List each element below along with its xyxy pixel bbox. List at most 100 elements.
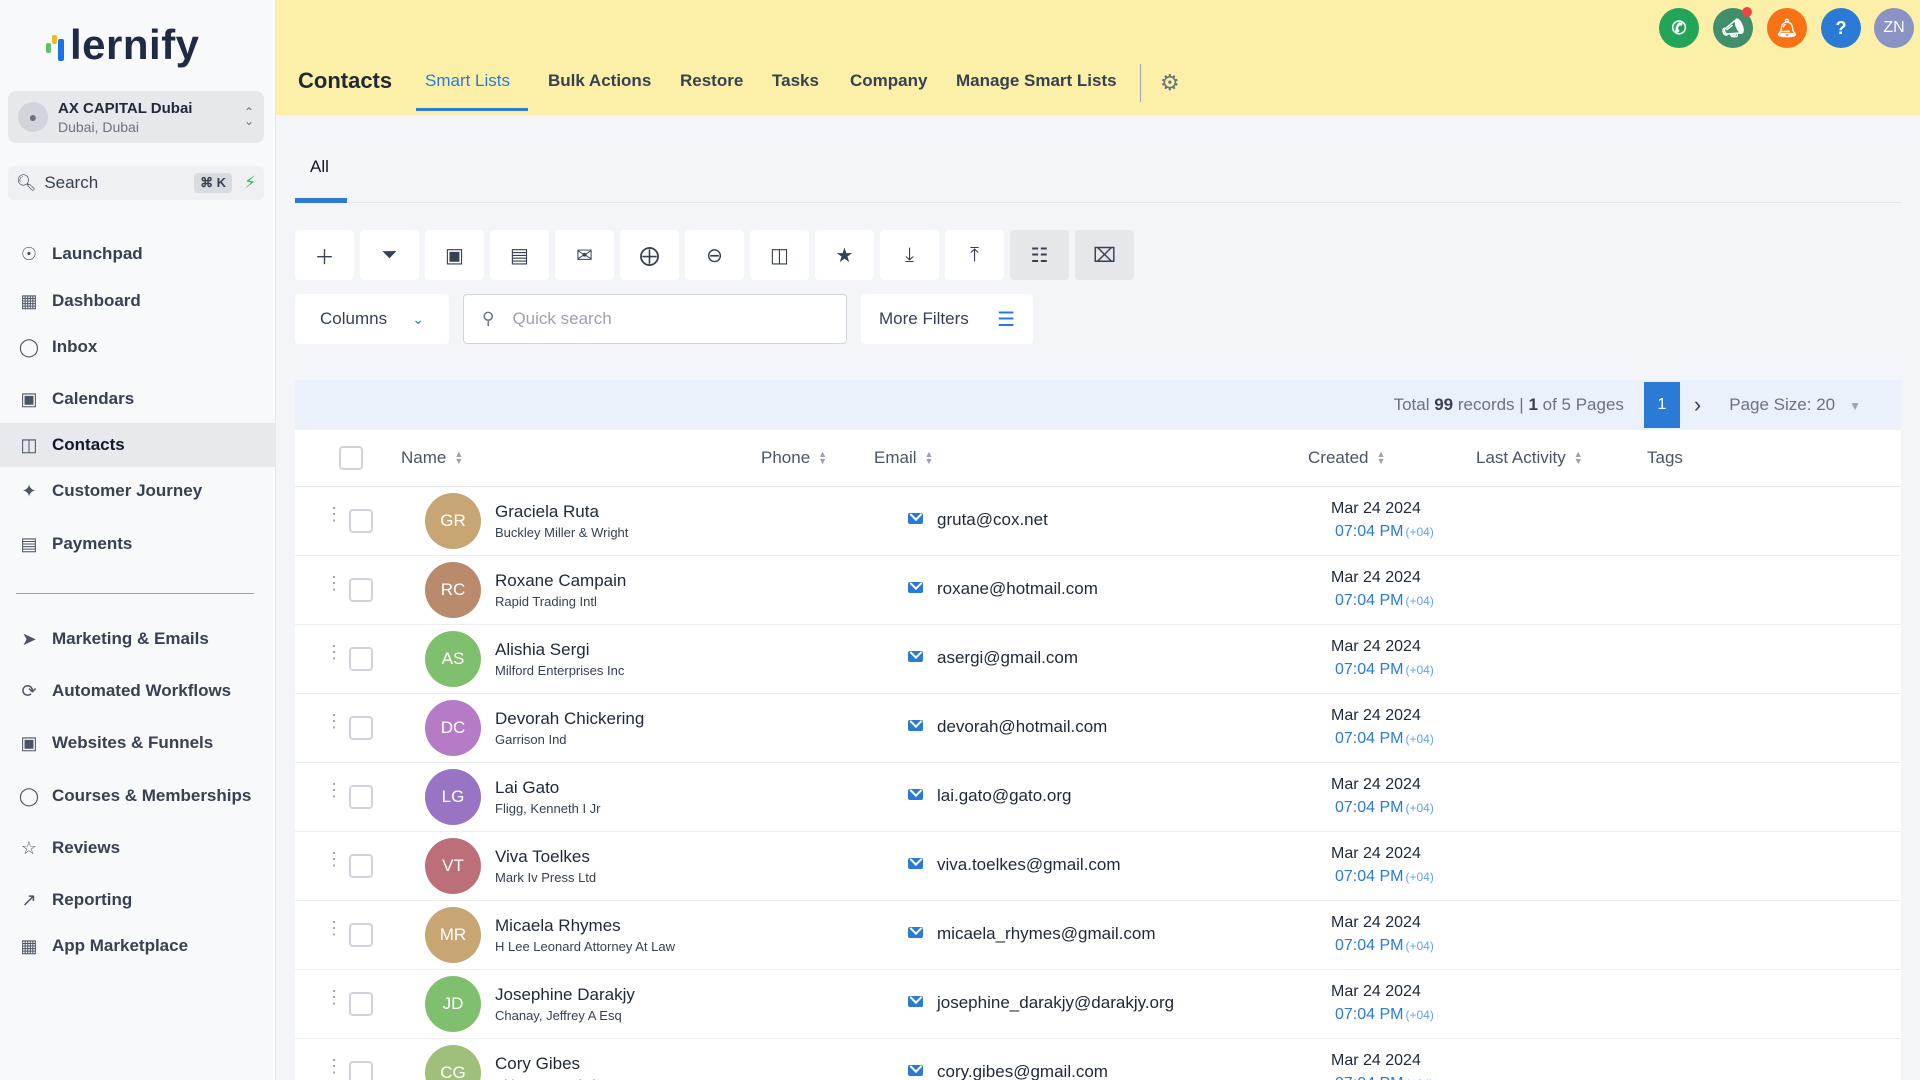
kebab-menu-icon[interactable]: ⋮ [325, 919, 343, 937]
sidebar-item-dashboard[interactable]: ▦ Dashboard [0, 279, 276, 323]
kebab-menu-icon[interactable]: ⋮ [325, 1057, 343, 1075]
message-icon[interactable]: ▤ [490, 230, 549, 280]
row-checkbox[interactable] [349, 923, 373, 947]
contact-avatar[interactable]: MR [425, 907, 481, 963]
column-last-activity[interactable]: Last Activity ▲ ▼ [1476, 448, 1583, 468]
column-email[interactable]: Email ▲ ▼ [874, 448, 933, 468]
contact-email[interactable]: micaela_rhymes@gmail.com [937, 924, 1156, 944]
kebab-menu-icon[interactable]: ⋮ [325, 781, 343, 799]
chevron-right-icon[interactable]: › [1694, 392, 1701, 418]
sidebar-item-customer-journey[interactable]: ✦ Customer Journey [0, 469, 276, 513]
merge-icon[interactable]: ☷ [1010, 230, 1069, 280]
bolt-icon[interactable]: ⚡︎ [244, 173, 256, 193]
column-created[interactable]: Created ▲ ▼ [1308, 448, 1385, 468]
contact-avatar[interactable]: LG [425, 769, 481, 825]
table-row[interactable]: ⋮ JD Josephine Darakjy Chanay, Jeffrey A… [295, 970, 1901, 1039]
row-checkbox[interactable] [349, 509, 373, 533]
bell-icon[interactable]: 🔔︎ [1767, 8, 1807, 48]
kebab-menu-icon[interactable]: ⋮ [325, 643, 343, 661]
sidebar-item-inbox[interactable]: ◯ Inbox [0, 325, 276, 369]
contact-avatar[interactable]: CG [425, 1045, 481, 1080]
phone-icon[interactable]: ✆ [1659, 8, 1699, 48]
robot-icon[interactable]: ▣ [425, 230, 484, 280]
sidebar-item-courses-memberships[interactable]: ◯ Courses & Memberships [0, 774, 276, 818]
kebab-menu-icon[interactable]: ⋮ [325, 712, 343, 730]
add-icon[interactable]: ＋ [295, 230, 354, 280]
megaphone-icon[interactable]: 📣︎ [1713, 7, 1753, 48]
account-switcher[interactable]: ● AX CAPITAL Dubai Dubai, Dubai ⌃ ⌄ [8, 91, 264, 143]
row-checkbox[interactable] [349, 578, 373, 602]
mail-icon[interactable]: ✉︎ [555, 230, 614, 280]
sidebar-item-marketing-emails[interactable]: ➤ Marketing & Emails [0, 617, 276, 661]
contact-name[interactable]: Josephine Darakjy [495, 985, 635, 1005]
filter-icon[interactable]: ⏷︎ [360, 230, 419, 280]
tab-company[interactable]: Company [850, 71, 927, 91]
sidebar-item-payments[interactable]: ▤ Payments [0, 522, 276, 566]
sidebar-search[interactable]: 🔍︎ Search ⌘ K ⚡︎ [8, 166, 264, 200]
contact-avatar[interactable]: JD [425, 976, 481, 1032]
sidebar-item-websites-funnels[interactable]: ▣ Websites & Funnels [0, 721, 276, 765]
contact-name[interactable]: Alishia Sergi [495, 640, 590, 660]
contact-avatar[interactable]: GR [425, 493, 481, 549]
user-avatar[interactable]: ZN [1874, 8, 1914, 48]
row-checkbox[interactable] [349, 647, 373, 671]
tab-manage-smart-lists[interactable]: Manage Smart Lists [956, 71, 1117, 91]
kebab-menu-icon[interactable]: ⋮ [325, 574, 343, 592]
table-row[interactable]: ⋮ CG Cory Gibes Chinese Translation Reso… [295, 1039, 1901, 1080]
sidebar-item-reviews[interactable]: ☆ Reviews [0, 826, 276, 870]
contact-email[interactable]: roxane@hotmail.com [937, 579, 1098, 599]
row-checkbox[interactable] [349, 785, 373, 809]
contact-name[interactable]: Micaela Rhymes [495, 916, 621, 936]
contact-email[interactable]: josephine_darakjy@darakjy.org [937, 993, 1174, 1013]
tab-bulk-actions[interactable]: Bulk Actions [548, 71, 651, 91]
tab-restore[interactable]: Restore [680, 71, 743, 91]
tab-tasks[interactable]: Tasks [772, 71, 819, 91]
sidebar-item-app-marketplace[interactable]: ▦ App Marketplace [0, 924, 276, 968]
page-size-select[interactable]: Page Size: 20 ▼ [1729, 395, 1861, 415]
contact-name[interactable]: Lai Gato [495, 778, 559, 798]
gear-icon[interactable]: ⚙︎ [1160, 70, 1180, 96]
table-row[interactable]: ⋮ AS Alishia Sergi Milford Enterprises I… [295, 625, 1901, 694]
table-row[interactable]: ⋮ GR Graciela Ruta Buckley Miller & Wrig… [295, 487, 1901, 556]
contact-avatar[interactable]: RC [425, 562, 481, 618]
table-row[interactable]: ⋮ VT Viva Toelkes Mark Iv Press Ltd viva… [295, 832, 1901, 901]
contact-name[interactable]: Roxane Campain [495, 571, 626, 591]
table-row[interactable]: ⋮ DC Devorah Chickering Garrison Ind dev… [295, 694, 1901, 763]
contact-email[interactable]: gruta@cox.net [937, 510, 1048, 530]
contact-avatar[interactable]: VT [425, 838, 481, 894]
contact-email[interactable]: cory.gibes@gmail.com [937, 1062, 1108, 1080]
tag-remove-icon[interactable]: ⊖ [685, 230, 744, 280]
contact-name[interactable]: Cory Gibes [495, 1054, 580, 1074]
tag-add-icon[interactable]: ⨁ [620, 230, 679, 280]
row-checkbox[interactable] [349, 854, 373, 878]
kebab-menu-icon[interactable]: ⋮ [325, 505, 343, 523]
duplicate-icon[interactable]: ⌧ [1075, 230, 1134, 280]
select-all-checkbox[interactable] [339, 446, 363, 470]
page-1-button[interactable]: 1 [1643, 382, 1680, 428]
contact-email[interactable]: viva.toelkes@gmail.com [937, 855, 1121, 875]
contact-email[interactable]: lai.gato@gato.org [937, 786, 1071, 806]
export-icon[interactable]: ⤒ [945, 230, 1004, 280]
subtab-all[interactable]: All [310, 157, 329, 177]
help-icon[interactable]: ? [1821, 8, 1861, 48]
quick-search-input[interactable] [512, 309, 813, 329]
contact-avatar[interactable]: AS [425, 631, 481, 687]
contact-name[interactable]: Viva Toelkes [495, 847, 590, 867]
sidebar-item-contacts[interactable]: ◫ Contacts [0, 423, 276, 467]
columns-dropdown[interactable]: Columns ⌄ [295, 294, 449, 344]
star-icon[interactable]: ★ [815, 230, 874, 280]
kebab-menu-icon[interactable]: ⋮ [325, 988, 343, 1006]
sidebar-item-calendars[interactable]: ▣ Calendars [0, 377, 276, 421]
table-row[interactable]: ⋮ LG Lai Gato Fligg, Kenneth I Jr lai.ga… [295, 763, 1901, 832]
sidebar-item-automated-workflows[interactable]: ⟳ Automated Workflows [0, 669, 276, 713]
table-row[interactable]: ⋮ MR Micaela Rhymes H Lee Leonard Attorn… [295, 901, 1901, 970]
contact-avatar[interactable]: DC [425, 700, 481, 756]
trash-icon[interactable]: ◫ [750, 230, 809, 280]
contact-email[interactable]: devorah@hotmail.com [937, 717, 1107, 737]
sidebar-item-launchpad[interactable]: ☉ Launchpad [0, 232, 276, 276]
sidebar-item-reporting[interactable]: ↗ Reporting [0, 878, 276, 922]
column-name[interactable]: Name ▲ ▼ [401, 448, 463, 468]
kebab-menu-icon[interactable]: ⋮ [325, 850, 343, 868]
more-filters-button[interactable]: More Filters ☰ [861, 294, 1033, 344]
contact-name[interactable]: Devorah Chickering [495, 709, 644, 729]
